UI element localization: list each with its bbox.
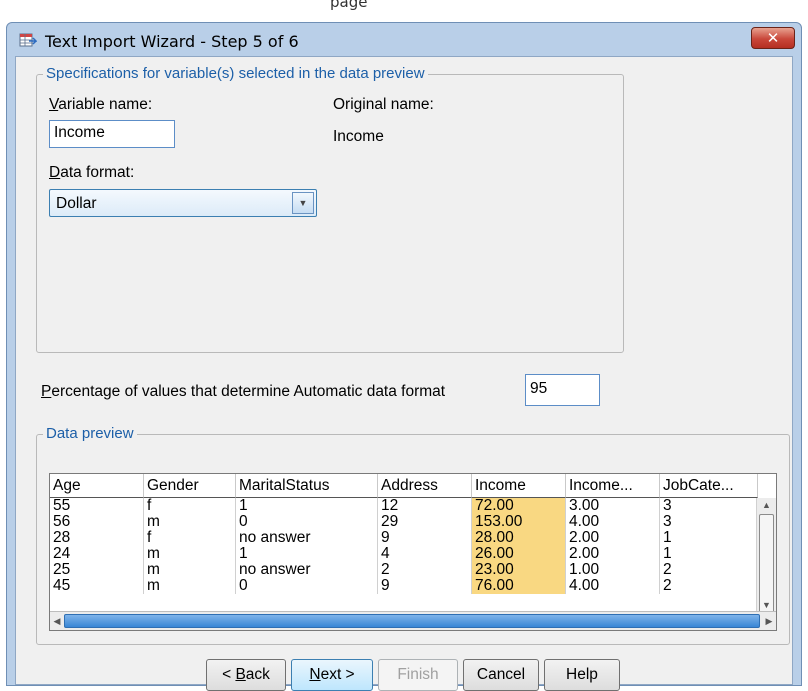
table-cell: f bbox=[144, 530, 236, 546]
table-row: 25 m no answer 2 23.00 1.00 2 bbox=[50, 562, 758, 578]
scroll-up-icon[interactable]: ▲ bbox=[757, 498, 776, 512]
window-title: Text Import Wizard - Step 5 of 6 bbox=[45, 32, 299, 51]
table-cell: 29 bbox=[378, 514, 472, 530]
dialog-window: Text Import Wizard - Step 5 of 6 ✕ Speci… bbox=[6, 22, 802, 691]
table-cell: 4.00 bbox=[566, 578, 660, 594]
column-header[interactable]: MaritalStatus bbox=[236, 474, 378, 498]
table-cell: 1 bbox=[236, 498, 378, 514]
table-cell: m bbox=[144, 578, 236, 594]
data-format-label: Data format: bbox=[49, 164, 135, 181]
column-header[interactable]: Income... bbox=[566, 474, 660, 498]
table-row: 28 f no answer 9 28.00 2.00 1 bbox=[50, 530, 758, 546]
data-format-value: Dollar bbox=[56, 195, 97, 212]
column-header[interactable]: Gender bbox=[144, 474, 236, 498]
table-cell: 45 bbox=[50, 578, 144, 594]
table-cell: 2 bbox=[660, 562, 758, 578]
table-cell: 3.00 bbox=[566, 498, 660, 514]
table-row: 56 m 0 29 153.00 4.00 3 bbox=[50, 514, 758, 530]
table-cell: no answer bbox=[236, 530, 378, 546]
table-row: 55 f 1 12 72.00 3.00 3 bbox=[50, 498, 758, 514]
table-cell: 9 bbox=[378, 578, 472, 594]
app-icon bbox=[19, 32, 38, 48]
data-preview-group: Data preview Age Gender MaritalStatus Addre… bbox=[36, 425, 790, 645]
table-cell: 9 bbox=[378, 530, 472, 546]
table-row: 24 m 1 4 26.00 2.00 1 bbox=[50, 546, 758, 562]
scroll-left-icon[interactable]: ◀ bbox=[50, 612, 64, 630]
table-cell: 4.00 bbox=[566, 514, 660, 530]
table-cell: 28.00 bbox=[472, 530, 566, 546]
back-button[interactable]: < Back bbox=[206, 659, 286, 691]
scroll-down-icon[interactable]: ▼ bbox=[757, 598, 776, 612]
table-cell: 23.00 bbox=[472, 562, 566, 578]
table-cell: 28 bbox=[50, 530, 144, 546]
scroll-right-icon[interactable]: ▶ bbox=[762, 612, 776, 630]
table-row: 45 m 0 9 76.00 4.00 2 bbox=[50, 578, 758, 594]
percentage-input[interactable]: 95 bbox=[525, 374, 600, 406]
column-header[interactable]: Age bbox=[50, 474, 144, 498]
close-button[interactable]: ✕ bbox=[751, 27, 795, 49]
table-cell: f bbox=[144, 498, 236, 514]
table-cell: 2.00 bbox=[566, 546, 660, 562]
grid-header: Age Gender MaritalStatus Address Income Incom… bbox=[50, 474, 758, 498]
cancel-button[interactable]: Cancel bbox=[463, 659, 539, 691]
table-cell: 1.00 bbox=[566, 562, 660, 578]
page-caption: page bbox=[330, 0, 368, 11]
table-cell: m bbox=[144, 562, 236, 578]
table-cell: 72.00 bbox=[472, 498, 566, 514]
table-cell: 3 bbox=[660, 514, 758, 530]
table-cell: 4 bbox=[378, 546, 472, 562]
help-button[interactable]: Help bbox=[544, 659, 620, 691]
specifications-legend: Specifications for variable(s) selected … bbox=[43, 65, 428, 82]
column-header[interactable]: JobCate... bbox=[660, 474, 758, 498]
table-cell: no answer bbox=[236, 562, 378, 578]
data-preview-legend: Data preview bbox=[43, 425, 137, 442]
chevron-down-icon[interactable]: ▼ bbox=[292, 192, 314, 214]
table-cell: 0 bbox=[236, 514, 378, 530]
table-cell: 1 bbox=[660, 546, 758, 562]
column-header[interactable]: Address bbox=[378, 474, 472, 498]
table-cell: 25 bbox=[50, 562, 144, 578]
finish-button[interactable]: Finish bbox=[378, 659, 458, 691]
dialog-body: Specifications for variable(s) selected … bbox=[15, 56, 793, 691]
next-button[interactable]: Next > bbox=[291, 659, 373, 691]
table-cell: 56 bbox=[50, 514, 144, 530]
column-header[interactable]: Income bbox=[472, 474, 566, 498]
original-name-label: Original name: bbox=[333, 96, 434, 113]
table-cell: 76.00 bbox=[472, 578, 566, 594]
specifications-group: Specifications for variable(s) selected … bbox=[36, 65, 624, 353]
variable-name-input[interactable]: Income bbox=[49, 120, 175, 148]
close-icon: ✕ bbox=[766, 29, 780, 47]
horizontal-scrollbar[interactable]: ◀ ▶ bbox=[50, 611, 776, 630]
percentage-label: Percentage of values that determine Auto… bbox=[41, 383, 446, 400]
table-cell: 2 bbox=[660, 578, 758, 594]
table-cell: 1 bbox=[236, 546, 378, 562]
table-cell: 55 bbox=[50, 498, 144, 514]
table-cell: 1 bbox=[660, 530, 758, 546]
data-format-dropdown[interactable]: Dollar ▼ bbox=[49, 189, 317, 217]
table-cell: 26.00 bbox=[472, 546, 566, 562]
table-cell: 3 bbox=[660, 498, 758, 514]
vertical-scrollbar[interactable]: ▲ ▼ bbox=[756, 498, 776, 616]
table-cell: m bbox=[144, 546, 236, 562]
table-cell: 2 bbox=[378, 562, 472, 578]
table-cell: 24 bbox=[50, 546, 144, 562]
variable-name-label: Variable name: bbox=[49, 96, 153, 113]
table-cell: 153.00 bbox=[472, 514, 566, 530]
horizontal-scroll-thumb[interactable] bbox=[64, 614, 760, 628]
original-name-value: Income bbox=[333, 128, 384, 145]
table-cell: 0 bbox=[236, 578, 378, 594]
table-cell: 2.00 bbox=[566, 530, 660, 546]
data-preview-grid[interactable]: Age Gender MaritalStatus Address Income Incom… bbox=[49, 473, 777, 631]
table-cell: m bbox=[144, 514, 236, 530]
title-bar[interactable]: Text Import Wizard - Step 5 of 6 ✕ bbox=[7, 23, 801, 57]
table-cell: 12 bbox=[378, 498, 472, 514]
